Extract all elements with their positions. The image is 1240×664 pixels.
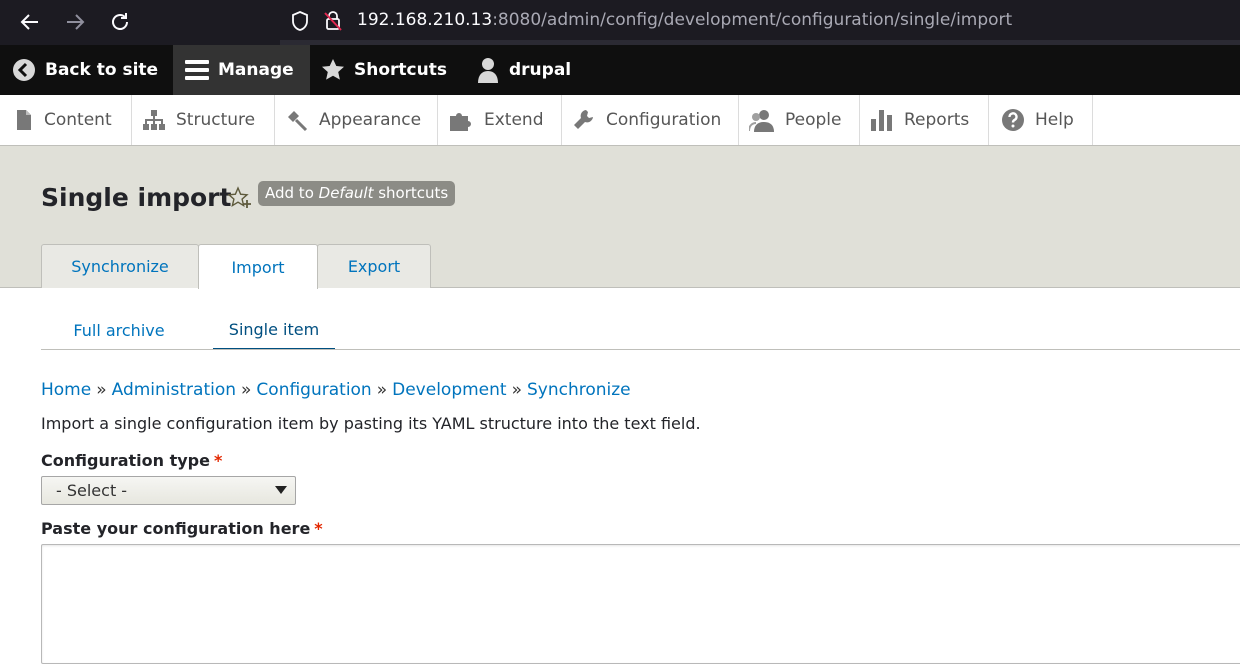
- subtab-label-single-item: Single item: [228, 319, 320, 339]
- bar-chart-icon: [870, 109, 894, 131]
- subtab-divider: [41, 349, 1240, 350]
- breadcrumb-synchronize[interactable]: Synchronize: [527, 380, 631, 400]
- breadcrumb-separator: »: [96, 380, 107, 400]
- star-icon: [321, 58, 345, 82]
- add-shortcut-star-icon[interactable]: [227, 186, 253, 212]
- question-icon: [1001, 108, 1025, 132]
- tab-synchronize[interactable]: Synchronize: [41, 244, 199, 288]
- breadcrumb-home[interactable]: Home: [41, 380, 91, 400]
- tab-label-import: Import: [231, 257, 285, 277]
- browser-bar: 192.168.210.13:8080/admin/config/develop…: [0, 0, 1240, 45]
- tray-label-people: People: [785, 110, 842, 130]
- shortcut-prefix: Add to: [265, 184, 319, 202]
- admin-tray: Content Structure Appearance Extend Conf…: [0, 95, 1240, 146]
- breadcrumb-administration[interactable]: Administration: [112, 380, 236, 400]
- paste-config-textarea[interactable]: [41, 544, 1240, 664]
- paste-config-label: Paste your configuration here *: [41, 519, 323, 538]
- user-tab[interactable]: drupal: [476, 45, 571, 95]
- url-text[interactable]: 192.168.210.13:8080/admin/config/develop…: [357, 10, 1012, 30]
- breadcrumb-configuration[interactable]: Configuration: [256, 380, 371, 400]
- user-icon: [476, 57, 500, 83]
- address-bar[interactable]: 192.168.210.13:8080/admin/config/develop…: [280, 0, 1240, 45]
- tray-label-appearance: Appearance: [319, 110, 422, 130]
- tab-label-export: Export: [347, 257, 401, 276]
- tray-label-configuration: Configuration: [606, 110, 722, 130]
- tray-label-content: Content: [44, 110, 112, 130]
- form-description: Import a single configuration item by pa…: [41, 414, 701, 433]
- tray-label-extend: Extend: [484, 110, 544, 130]
- tray-label-structure: Structure: [176, 110, 256, 130]
- shortcuts-tab[interactable]: Shortcuts: [321, 45, 447, 95]
- shortcut-set-name: Default: [318, 184, 374, 202]
- config-type-select[interactable]: - Select -: [41, 476, 296, 505]
- wrench-icon: [572, 108, 596, 132]
- tray-item-structure[interactable]: Structure: [132, 95, 275, 145]
- tab-export[interactable]: Export: [317, 244, 431, 288]
- back-arrow-icon[interactable]: [17, 9, 43, 35]
- tray-label-reports: Reports: [904, 110, 970, 130]
- file-icon: [14, 109, 34, 131]
- required-marker: *: [314, 519, 323, 538]
- tray-label-help: Help: [1035, 110, 1074, 130]
- insecure-lock-icon[interactable]: [321, 9, 345, 33]
- chevron-down-icon: [275, 486, 287, 494]
- person-icon: [749, 108, 775, 132]
- tray-item-appearance[interactable]: Appearance: [275, 95, 438, 145]
- manage-label: Manage: [218, 60, 294, 80]
- subtab-full-archive[interactable]: Full archive: [41, 310, 197, 350]
- reload-icon[interactable]: [107, 9, 133, 35]
- manage-tab[interactable]: Manage: [173, 45, 310, 95]
- paintbrush-icon: [285, 108, 309, 132]
- add-shortcut-tooltip: Add to Default shortcuts: [258, 181, 456, 206]
- subtab-label-full-archive: Full archive: [73, 320, 165, 340]
- subtab-single-item[interactable]: Single item: [213, 310, 335, 350]
- tab-import[interactable]: Import: [198, 244, 318, 289]
- config-type-label: Configuration type *: [41, 451, 222, 470]
- shortcuts-label: Shortcuts: [354, 60, 447, 80]
- shield-icon[interactable]: [288, 9, 312, 33]
- tray-item-content[interactable]: Content: [0, 95, 132, 145]
- shortcut-suffix: shortcuts: [373, 184, 449, 202]
- breadcrumb-separator: »: [511, 380, 522, 400]
- forward-arrow-icon[interactable]: [62, 9, 88, 35]
- back-to-site-label: Back to site: [45, 60, 159, 80]
- chevron-left-circle-icon: [12, 58, 36, 82]
- puzzle-icon: [448, 108, 474, 132]
- tray-item-reports[interactable]: Reports: [860, 95, 989, 145]
- url-path: :8080/admin/config/development/configura…: [492, 10, 1013, 30]
- required-marker: *: [213, 451, 223, 470]
- breadcrumb-development[interactable]: Development: [392, 380, 506, 400]
- user-label: drupal: [509, 60, 572, 80]
- breadcrumb-separator: »: [241, 380, 252, 400]
- back-to-site-link[interactable]: Back to site: [12, 45, 158, 95]
- config-type-label-text: Configuration type: [41, 451, 210, 470]
- hamburger-icon: [185, 59, 209, 81]
- tray-item-people[interactable]: People: [739, 95, 860, 145]
- sitemap-icon: [142, 109, 166, 131]
- paste-config-label-text: Paste your configuration here: [41, 519, 311, 538]
- breadcrumb: Home» Administration» Configuration» Develo…: [41, 380, 631, 400]
- tray-item-extend[interactable]: Extend: [438, 95, 562, 145]
- page-title: Single import: [41, 183, 232, 212]
- config-type-selected-value: - Select -: [56, 481, 128, 500]
- url-host: 192.168.210.13: [357, 10, 493, 30]
- admin-toolbar: Back to site Manage Shortcuts drupal: [0, 45, 1240, 95]
- tray-item-help[interactable]: Help: [989, 95, 1093, 145]
- breadcrumb-separator: »: [376, 380, 388, 400]
- tab-label-synchronize: Synchronize: [71, 257, 169, 276]
- tray-item-configuration[interactable]: Configuration: [562, 95, 739, 145]
